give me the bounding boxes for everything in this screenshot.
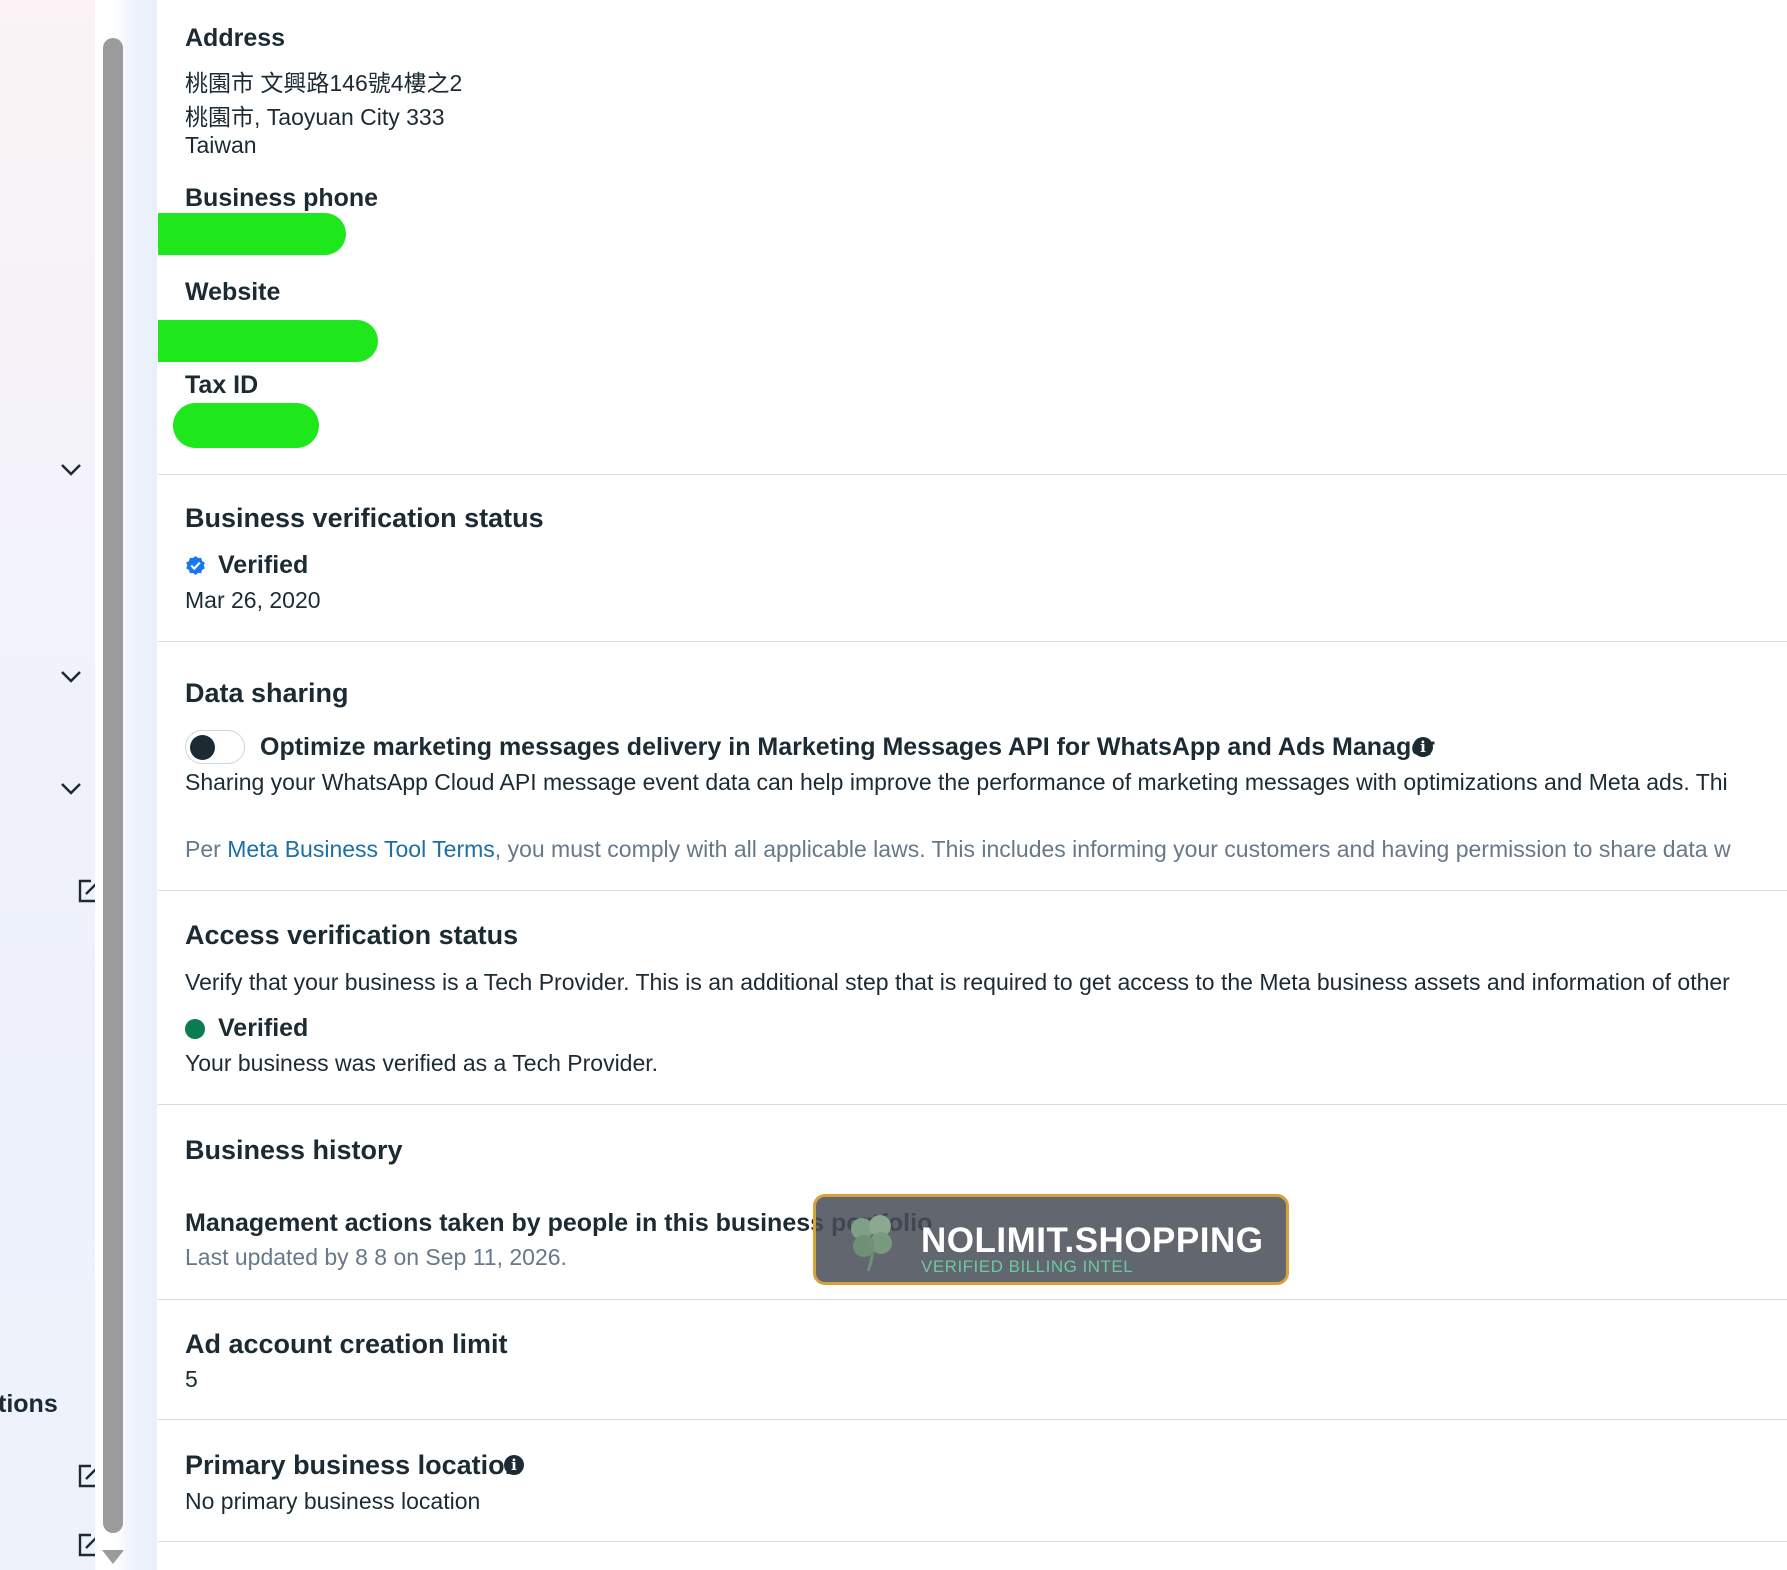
meta-business-tool-terms-link[interactable]: Meta Business Tool Terms [227,836,495,862]
business-verification-title: Business verification status [185,503,544,533]
sidebar: tions [0,0,99,1570]
access-verification-status: Verified [218,1014,309,1042]
status-dot-icon [185,1019,205,1039]
business-info-panel: Address 桃園市 文興路146號4樓之2 桃園市, Taoyuan Cit… [158,0,1787,1570]
ad-account-limit-value: 5 [185,1366,198,1392]
address-label: Address [185,24,286,52]
business-verification-date: Mar 26, 2020 [185,587,321,613]
divider [158,1419,1787,1420]
divider [158,890,1787,891]
primary-location-value: No primary business location [185,1488,481,1514]
toggle-knob [190,735,215,760]
watermark-name: NOLIMIT.SHOPPING [921,1221,1264,1260]
access-verification-title: Access verification status [185,920,519,950]
data-sharing-title: Data sharing [185,678,349,708]
terms-prefix: Per [185,836,228,862]
business-phone-label: Business phone [185,184,379,212]
address-line: 桃園市, Taoyuan City 333 [185,104,445,130]
data-sharing-description: Sharing your WhatsApp Cloud API message … [185,769,1728,795]
sidebar-item-label[interactable]: tions [0,1390,58,1419]
watermark-badge: NOLIMIT.SHOPPING VERIFIED BILLING INTEL [813,1194,1289,1285]
business-verification-status: Verified [218,551,309,579]
terms-suffix: , you must comply with all applicable la… [494,836,1731,862]
scrollbar-thumb[interactable] [103,38,123,1533]
business-history-item-meta: Last updated by 8 8 on Sep 11, 2026. [185,1244,567,1270]
info-icon[interactable]: i [504,1455,524,1475]
address-line: Taiwan [185,132,257,158]
data-sharing-toggle[interactable] [185,730,245,764]
chevron-down-icon[interactable] [58,663,84,689]
address-line: 桃園市 文興路146號4樓之2 [185,70,463,96]
divider [158,1104,1787,1105]
tax-id-label: Tax ID [185,371,259,399]
redacted-tax-id [173,403,319,448]
business-history-title: Business history [185,1135,403,1165]
scroll-down-arrow-icon[interactable] [102,1550,124,1564]
redacted-website [158,320,378,362]
access-verification-description: Verify that your business is a Tech Prov… [185,969,1730,995]
data-sharing-terms: Per Meta Business Tool Terms, you must c… [185,836,1731,863]
divider [158,1541,1787,1542]
ad-account-limit-title: Ad account creation limit [185,1329,508,1359]
watermark-tagline: VERIFIED BILLING INTEL [921,1257,1134,1276]
website-label: Website [185,278,281,306]
chevron-down-icon[interactable] [58,775,84,801]
divider [158,474,1787,475]
data-sharing-toggle-label: Optimize marketing messages delivery in … [260,733,1435,761]
redacted-phone [158,213,346,255]
divider [158,641,1787,642]
primary-location-title: Primary business location [185,1450,522,1480]
clover-icon [851,1215,892,1272]
verified-badge-icon [186,555,205,576]
divider [158,1299,1787,1300]
info-icon[interactable]: i [1413,737,1433,757]
chevron-down-icon[interactable] [58,456,84,482]
access-verification-detail: Your business was verified as a Tech Pro… [185,1050,659,1076]
